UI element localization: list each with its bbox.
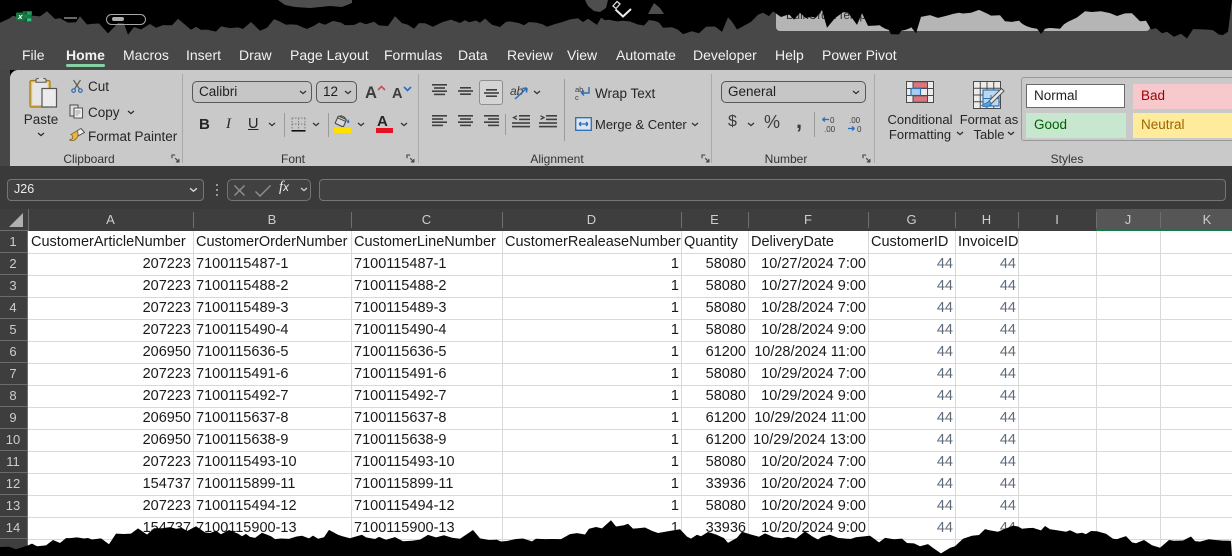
svg-text:.00: .00 (849, 116, 861, 125)
svg-text:c: c (575, 93, 579, 101)
svg-text:x: x (17, 12, 23, 21)
svg-text:.00: .00 (824, 125, 836, 133)
svg-text:0: 0 (857, 125, 862, 133)
svg-text:0: 0 (830, 116, 835, 125)
